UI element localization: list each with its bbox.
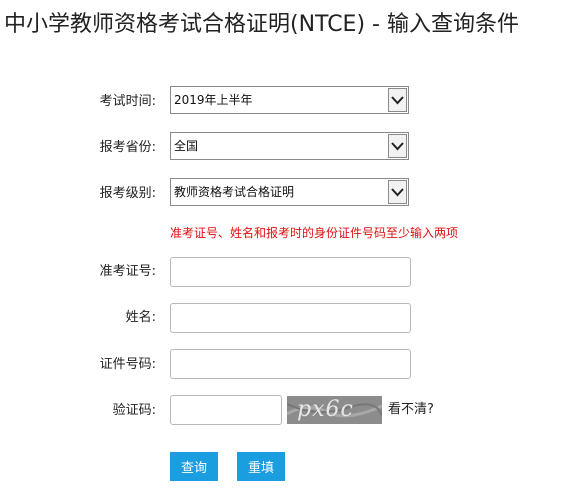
level-label: 报考级别: <box>99 186 156 201</box>
captcha-refresh-link[interactable]: 看不清? <box>388 401 434 419</box>
requirement-hint: 准考证号、姓名和报考时的身份证件号码至少输入两项 <box>170 226 459 240</box>
captcha-label: 验证码: <box>112 403 156 418</box>
province-select[interactable]: 全国 <box>170 132 409 160</box>
province-label: 报考省份: <box>99 140 156 155</box>
level-value: 教师资格考试合格证明 <box>174 185 295 199</box>
captcha-image[interactable]: px6c <box>287 396 382 424</box>
captcha-input[interactable] <box>170 395 282 425</box>
page-title: 中小学教师资格考试合格证明(NTCE) - 输入查询条件 <box>4 12 519 37</box>
id-number-input[interactable] <box>170 349 411 379</box>
exam-time-value: 2019年上半年 <box>174 93 253 107</box>
captcha-code: px6c <box>297 397 354 422</box>
exam-time-label: 考试时间: <box>99 94 156 109</box>
chevron-down-icon[interactable] <box>388 134 407 158</box>
chevron-down-icon[interactable] <box>388 180 407 204</box>
ticket-number-label: 准考证号: <box>99 264 156 279</box>
query-button[interactable]: 查询 <box>170 452 218 481</box>
ticket-number-input[interactable] <box>170 257 411 287</box>
province-value: 全国 <box>174 139 199 153</box>
reset-button[interactable]: 重填 <box>237 452 285 481</box>
exam-time-select[interactable]: 2019年上半年 <box>170 86 409 114</box>
name-input[interactable] <box>170 303 411 333</box>
id-number-label: 证件号码: <box>99 357 156 372</box>
chevron-down-icon[interactable] <box>388 88 407 112</box>
level-select[interactable]: 教师资格考试合格证明 <box>170 178 409 206</box>
name-label: 姓名: <box>125 310 156 325</box>
